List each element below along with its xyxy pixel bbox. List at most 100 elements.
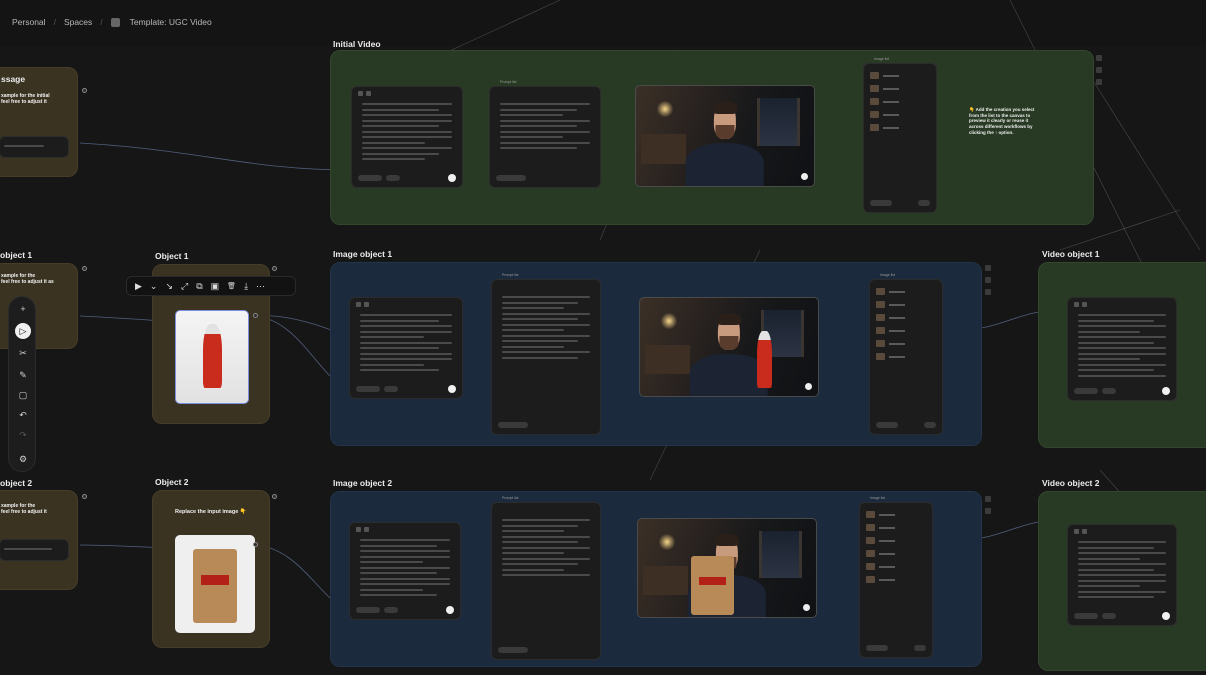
- paper-bag-image[interactable]: [175, 535, 255, 633]
- play-icon[interactable]: [805, 383, 812, 390]
- model-select[interactable]: [1074, 388, 1098, 394]
- list-item[interactable]: [876, 353, 905, 360]
- pointer-icon[interactable]: ▷: [15, 323, 31, 339]
- replace-pill[interactable]: [876, 422, 898, 428]
- prompt-list-card[interactable]: Prompt list: [491, 273, 601, 435]
- options-pill[interactable]: [1102, 388, 1116, 394]
- replace-pill[interactable]: [870, 200, 892, 206]
- chevron-down-icon[interactable]: ⌄: [150, 281, 158, 292]
- prompt-input-card[interactable]: [0, 136, 69, 158]
- connection-handle[interactable]: [272, 266, 277, 271]
- side-control[interactable]: [985, 277, 991, 283]
- expand-icon[interactable]: ⤢: [181, 281, 188, 292]
- list-item[interactable]: [870, 98, 899, 105]
- side-control[interactable]: [985, 289, 991, 295]
- list-item[interactable]: [870, 111, 899, 118]
- run-button[interactable]: [446, 606, 454, 614]
- side-control[interactable]: [985, 496, 991, 502]
- options-pill[interactable]: [386, 175, 400, 181]
- side-control[interactable]: [1096, 67, 1102, 73]
- play-icon[interactable]: [803, 604, 810, 611]
- play-button[interactable]: ▶: [135, 281, 142, 292]
- connection-handle[interactable]: [272, 494, 277, 499]
- trash-icon[interactable]: 🗑: [227, 282, 236, 290]
- copy-icon[interactable]: ⧉: [196, 281, 202, 292]
- object-2-group[interactable]: Replace the input image 👇: [152, 490, 270, 648]
- prompt-card[interactable]: [349, 522, 461, 620]
- list-item[interactable]: [870, 72, 899, 79]
- options-pill[interactable]: [384, 386, 398, 392]
- list-item[interactable]: [866, 524, 895, 531]
- side-control[interactable]: [1096, 55, 1102, 61]
- prompt-card[interactable]: [351, 86, 463, 188]
- options-pill[interactable]: [384, 607, 398, 613]
- prompt-list-card[interactable]: Prompt list: [489, 80, 601, 188]
- video-object-1-group[interactable]: [1038, 262, 1206, 448]
- video-prompt-card[interactable]: [1067, 524, 1177, 626]
- run-button[interactable]: [448, 385, 456, 393]
- pager[interactable]: [918, 200, 930, 206]
- list-item[interactable]: [876, 327, 905, 334]
- list-item[interactable]: [866, 537, 895, 544]
- list-item[interactable]: [866, 511, 895, 518]
- scissors-icon[interactable]: ✂: [15, 345, 31, 361]
- connection-handle[interactable]: [82, 266, 87, 271]
- run-button[interactable]: [448, 174, 456, 182]
- image-list-card[interactable]: Image list: [859, 496, 933, 658]
- download-icon[interactable]: ⤓: [244, 281, 248, 292]
- run-button[interactable]: [1162, 612, 1170, 620]
- connect-icon[interactable]: ↘: [165, 281, 173, 292]
- image-preview[interactable]: [639, 297, 819, 397]
- image-preview[interactable]: [637, 518, 817, 618]
- video-preview[interactable]: [635, 85, 815, 187]
- list-item[interactable]: [870, 85, 899, 92]
- replace-pill[interactable]: [866, 645, 888, 651]
- replace-pill[interactable]: [496, 175, 526, 181]
- image-object-2-group[interactable]: Prompt list Image list: [330, 491, 991, 667]
- ketchup-bottle-image[interactable]: [175, 310, 249, 404]
- video-prompt-card[interactable]: [1067, 297, 1177, 401]
- prompt-list-card[interactable]: Prompt list: [491, 496, 601, 660]
- pager[interactable]: [914, 645, 926, 651]
- replace-pill[interactable]: [498, 422, 528, 428]
- image-list-card[interactable]: Image list: [869, 273, 943, 435]
- connection-handle[interactable]: [253, 313, 258, 318]
- run-button[interactable]: [1162, 387, 1170, 395]
- more-icon[interactable]: ⋯: [256, 281, 265, 292]
- connection-handle[interactable]: [82, 88, 87, 93]
- connection-handle[interactable]: [253, 542, 258, 547]
- list-item[interactable]: [876, 314, 905, 321]
- comment-icon[interactable]: ▢: [15, 387, 31, 403]
- undo-icon[interactable]: ↶: [15, 407, 31, 423]
- video-list-card[interactable]: Image list: [863, 57, 937, 213]
- add-icon[interactable]: +: [15, 301, 31, 317]
- redo-icon[interactable]: ↷: [15, 427, 31, 443]
- list-item[interactable]: [870, 124, 899, 131]
- list-item[interactable]: [876, 340, 905, 347]
- video-object-2-group[interactable]: [1038, 491, 1206, 671]
- pager[interactable]: [924, 422, 936, 428]
- connection-handle[interactable]: [82, 494, 87, 499]
- model-select[interactable]: [358, 175, 382, 181]
- image-icon[interactable]: ▣: [211, 281, 220, 292]
- list-item[interactable]: [866, 550, 895, 557]
- play-icon[interactable]: [801, 173, 808, 180]
- model-select[interactable]: [356, 386, 380, 392]
- message-note-group[interactable]: ssage xample for the initial feel free t…: [0, 67, 78, 177]
- object-2-note-group[interactable]: xample for the feel free to adjust it: [0, 490, 78, 590]
- options-pill[interactable]: [1102, 613, 1116, 619]
- list-item[interactable]: [866, 563, 895, 570]
- side-control[interactable]: [985, 265, 991, 271]
- model-select[interactable]: [356, 607, 380, 613]
- prompt-card[interactable]: [349, 297, 463, 399]
- image-object-1-group[interactable]: Prompt list Image list: [330, 262, 991, 446]
- pen-icon[interactable]: ✎: [15, 367, 31, 383]
- model-select[interactable]: [1074, 613, 1098, 619]
- settings-icon[interactable]: ⚙: [15, 451, 31, 467]
- list-item[interactable]: [876, 288, 905, 295]
- list-item[interactable]: [866, 576, 895, 583]
- initial-video-group[interactable]: Prompt list Image list 👇 Add the creatio…: [330, 50, 1102, 225]
- list-item[interactable]: [876, 301, 905, 308]
- prompt-input-card[interactable]: [0, 539, 69, 561]
- side-control[interactable]: [1096, 79, 1102, 85]
